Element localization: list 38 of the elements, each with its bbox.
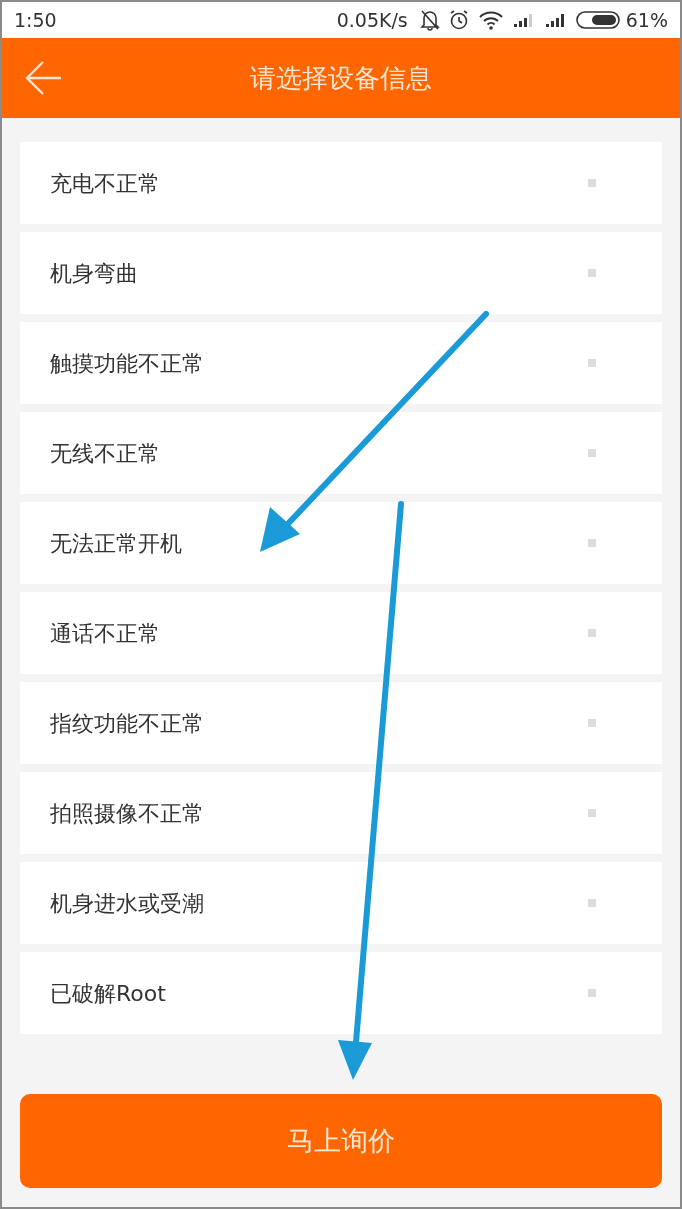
option-label: 已破解Root (50, 979, 166, 1008)
option-label: 机身进水或受潮 (50, 889, 204, 918)
option-label: 指纹功能不正常 (50, 709, 204, 738)
option-checkbox[interactable] (588, 539, 596, 547)
option-checkbox[interactable] (588, 359, 596, 367)
option-label: 无线不正常 (50, 439, 160, 468)
option-checkbox[interactable] (588, 719, 596, 727)
option-row[interactable]: 已破解Root (20, 952, 662, 1034)
back-arrow-icon (25, 60, 63, 96)
option-label: 拍照摄像不正常 (50, 799, 204, 828)
option-checkbox[interactable] (588, 629, 596, 637)
option-checkbox[interactable] (588, 989, 596, 997)
battery-percent: 61% (625, 7, 668, 33)
option-checkbox[interactable] (588, 449, 596, 457)
option-row[interactable]: 通话不正常 (20, 592, 662, 674)
option-checkbox[interactable] (588, 179, 596, 187)
option-row[interactable]: 机身弯曲 (20, 232, 662, 314)
option-row[interactable]: 无线不正常 (20, 412, 662, 494)
option-row[interactable]: 充电不正常 (20, 142, 662, 224)
option-row[interactable]: 指纹功能不正常 (20, 682, 662, 764)
option-checkbox[interactable] (588, 899, 596, 907)
network-speed: 0.05K/s (336, 7, 408, 33)
option-row[interactable]: 触摸功能不正常 (20, 322, 662, 404)
header-title: 请选择设备信息 (250, 61, 432, 95)
option-label: 机身弯曲 (50, 259, 138, 288)
wifi-icon (477, 10, 504, 30)
option-label: 触摸功能不正常 (50, 349, 204, 378)
option-row[interactable]: 拍照摄像不正常 (20, 772, 662, 854)
option-label: 通话不正常 (50, 619, 160, 648)
option-checkbox[interactable] (588, 269, 596, 277)
bell-muted-icon (419, 9, 440, 31)
option-label: 充电不正常 (50, 169, 160, 198)
option-row[interactable]: 无法正常开机 (20, 502, 662, 584)
status-time: 1:50 (14, 7, 57, 33)
option-row[interactable]: 机身进水或受潮 (20, 862, 662, 944)
option-checkbox[interactable] (588, 809, 596, 817)
battery-icon (575, 10, 622, 30)
option-label: 无法正常开机 (50, 529, 182, 558)
